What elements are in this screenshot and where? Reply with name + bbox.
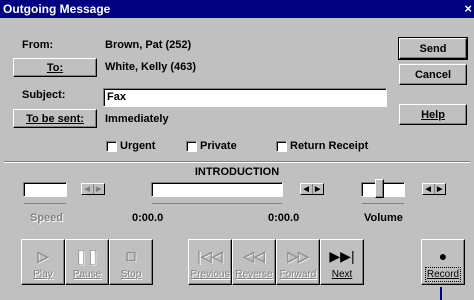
reverse-label: Reverse <box>235 269 273 280</box>
right-arrow-icon[interactable]: ▶ <box>433 184 446 194</box>
close-icon[interactable]: × <box>464 0 472 18</box>
return-receipt-checkbox[interactable] <box>276 141 287 152</box>
stop-button[interactable]: □ Stop <box>109 239 153 285</box>
record-pointer-line <box>440 287 442 300</box>
cancel-button-label: Cancel <box>414 68 452 81</box>
to-be-sent-label: To be sent: <box>26 112 84 125</box>
next-icon: ▶▶| <box>329 248 355 264</box>
cancel-button[interactable]: Cancel <box>399 64 467 85</box>
subject-label: Subject: <box>22 89 66 101</box>
title-bar: Outgoing Message × <box>0 0 474 18</box>
pause-button[interactable]: ❚❚ Pause <box>65 239 109 285</box>
to-be-sent-value: Immediately <box>105 113 169 125</box>
forward-label: Forward <box>279 269 317 280</box>
reverse-icon: ◁◁ <box>243 248 265 265</box>
speed-label: Speed <box>30 212 64 224</box>
to-value: White, Kelly (463) <box>105 61 197 73</box>
to-be-sent-button[interactable]: To be sent: <box>13 109 97 128</box>
position-end-time: 0:00.0 <box>268 212 300 224</box>
position-start-time: 0:00.0 <box>132 212 164 224</box>
play-label: Play <box>33 269 53 280</box>
position-ticks <box>152 199 282 204</box>
position-track[interactable] <box>151 182 283 197</box>
help-button[interactable]: Help <box>399 104 467 125</box>
record-button[interactable]: ● Record <box>421 239 465 285</box>
play-icon: ▷ <box>37 248 49 265</box>
from-value: Brown, Pat (252) <box>105 39 192 51</box>
speed-ticks <box>24 199 66 204</box>
volume-slider-thumb[interactable] <box>375 179 385 198</box>
pause-icon: ❚❚ <box>75 248 99 265</box>
previous-icon: |◁◁ <box>197 248 223 265</box>
volume-spinner[interactable]: ◀ ▶ <box>422 183 446 195</box>
send-button-label: Send <box>419 42 447 55</box>
next-button[interactable]: ▶▶| Next <box>320 239 364 285</box>
subject-input[interactable]: Fax <box>103 88 387 107</box>
pause-label: Pause <box>72 269 102 280</box>
previous-button[interactable]: |◁◁ Previous <box>188 239 232 285</box>
stop-icon: □ <box>126 248 136 265</box>
private-checkbox[interactable] <box>186 141 197 152</box>
window-title: Outgoing Message <box>3 2 111 16</box>
record-icon: ● <box>438 248 448 264</box>
to-button-label: To: <box>46 61 64 74</box>
left-arrow-icon[interactable]: ◀ <box>82 184 93 194</box>
stop-label: Stop <box>120 269 142 280</box>
volume-ticks <box>362 199 404 204</box>
position-spinner[interactable]: ◀ ▶ <box>300 183 324 195</box>
transport-toolbar: ▷ Play ❚❚ Pause □ Stop |◁◁ Previous ◁◁ Reverse ▷▷ F… <box>21 239 469 287</box>
return-receipt-label: Return Receipt <box>290 140 369 152</box>
forward-button[interactable]: ▷▷ Forward <box>276 239 320 285</box>
from-label: From: <box>22 39 54 51</box>
forward-icon: ▷▷ <box>287 248 309 265</box>
urgent-label: Urgent <box>120 140 156 152</box>
right-arrow-icon[interactable]: ▶ <box>92 184 105 194</box>
section-divider <box>4 161 470 163</box>
speed-slider-track[interactable] <box>23 182 67 197</box>
urgent-checkbox[interactable] <box>106 141 117 152</box>
speed-spinner[interactable]: ◀ ▶ <box>81 183 105 195</box>
send-button[interactable]: Send <box>398 37 468 60</box>
volume-label: Volume <box>364 212 403 224</box>
previous-label: Previous <box>190 269 230 280</box>
next-label: Next <box>331 269 353 280</box>
reverse-button[interactable]: ◁◁ Reverse <box>232 239 276 285</box>
record-label: Record <box>424 267 462 282</box>
right-arrow-icon[interactable]: ▶ <box>311 184 324 194</box>
play-button[interactable]: ▷ Play <box>21 239 65 285</box>
left-arrow-icon[interactable]: ◀ <box>301 184 312 194</box>
to-button[interactable]: To: <box>13 58 97 77</box>
left-arrow-icon[interactable]: ◀ <box>423 184 434 194</box>
private-label: Private <box>200 140 237 152</box>
section-title: INTRODUCTION <box>194 166 280 178</box>
help-button-label: Help <box>421 108 445 121</box>
